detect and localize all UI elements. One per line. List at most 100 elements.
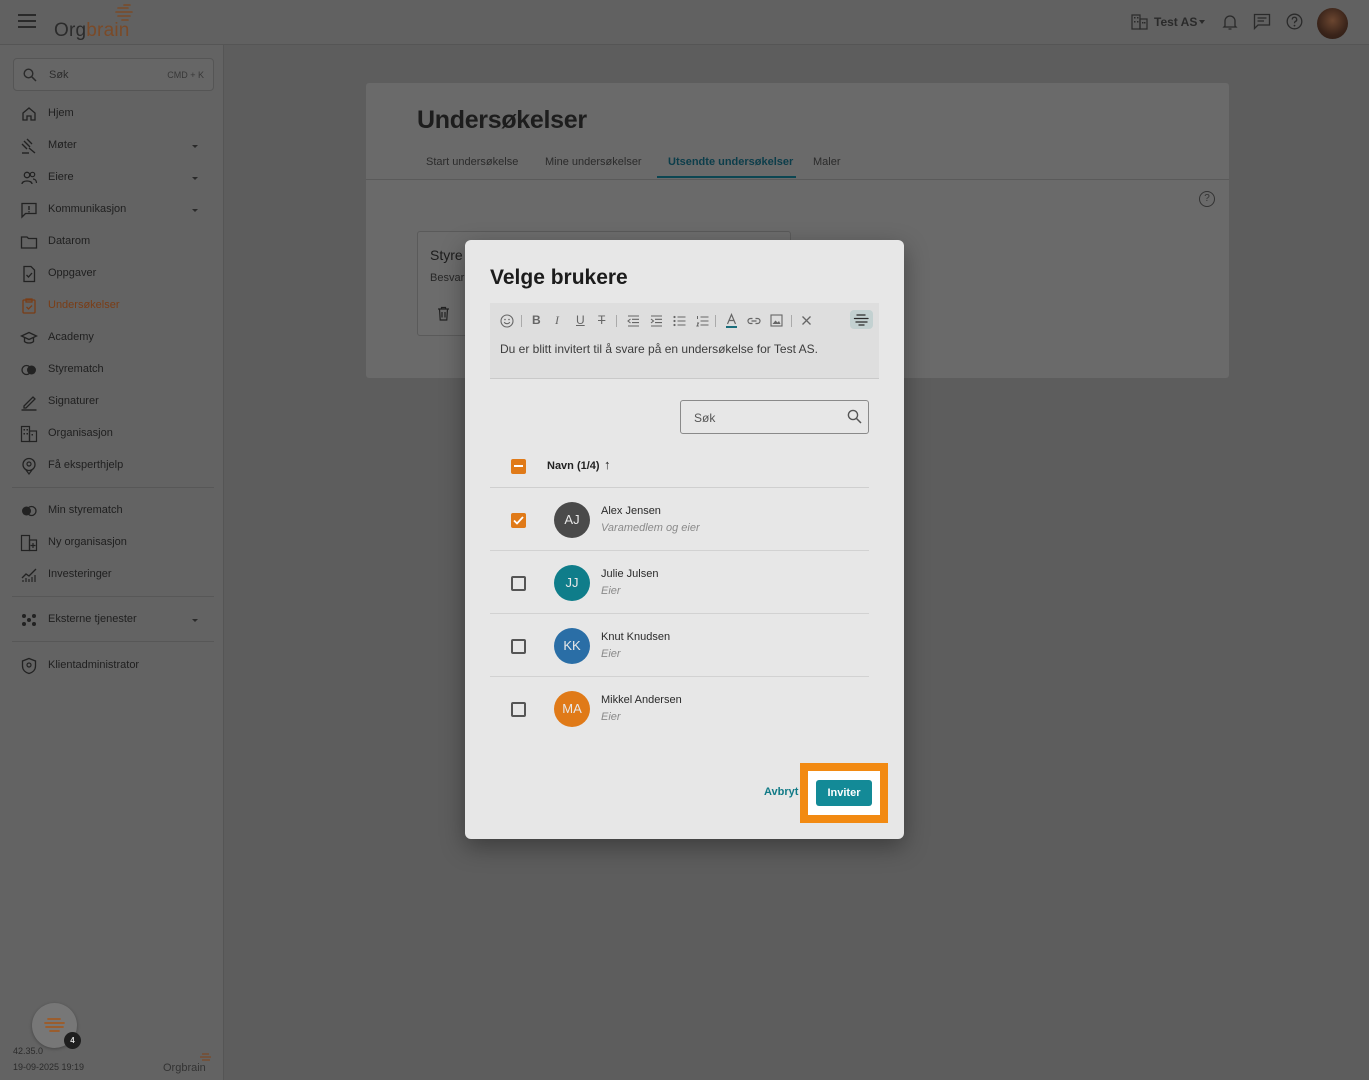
sidebar-search[interactable]: Søk CMD + K [13, 58, 214, 91]
sidebar-item-academy[interactable]: Academy [20, 327, 205, 349]
sidebar-item-organisasjon[interactable]: Organisasjon [20, 423, 205, 445]
chevron-down-icon[interactable] [1199, 20, 1205, 24]
help-icon[interactable] [1286, 13, 1303, 30]
user-list-header: Navn (1/4) ↑ [490, 447, 869, 488]
sidebar-item-signaturer[interactable]: Signaturer [20, 391, 205, 413]
indent-increase-icon[interactable] [650, 315, 663, 327]
survey-card-title: Styre [430, 247, 463, 263]
sidebar-item-ny-organisasjon[interactable]: Ny organisasjon [20, 532, 205, 554]
cancel-button[interactable]: Avbryt [764, 786, 798, 798]
user-search-input[interactable]: Søk [680, 400, 869, 434]
search-placeholder: Søk [694, 411, 716, 425]
sidebar-item-kommunikasjon[interactable]: Kommunikasjon [20, 199, 205, 221]
user-row[interactable]: MA Mikkel Andersen Eier [490, 677, 869, 740]
sidebar-item-klientadministrator[interactable]: Klientadministrator [20, 655, 205, 677]
search-icon [847, 409, 862, 424]
chevron-down-icon[interactable] [192, 619, 198, 622]
message-editor[interactable]: B I U T Du er blitt invitert til å svare… [490, 303, 879, 379]
bullet-list-icon[interactable] [673, 315, 686, 327]
bold-icon[interactable]: B [532, 313, 541, 327]
sidebar-item-investeringer[interactable]: Investeringer [20, 564, 205, 586]
ai-assistant-button[interactable] [850, 310, 873, 329]
brain-logo-icon [200, 1053, 211, 1061]
tab-mine-undersokelser[interactable]: Mine undersøkelser [545, 156, 642, 168]
org-switcher[interactable]: Test AS [1154, 15, 1197, 29]
brain-logo-icon [44, 1018, 65, 1032]
name-column-header[interactable]: Navn (1/4) [547, 460, 600, 472]
graduation-cap-icon [20, 331, 38, 344]
user-checkbox[interactable] [511, 639, 526, 654]
tab-utsendte-undersokelser[interactable]: Utsendte undersøkelser [668, 156, 793, 168]
home-icon [22, 107, 36, 121]
chevron-down-icon[interactable] [192, 209, 198, 212]
toolbar-separator [791, 315, 792, 327]
link-icon[interactable] [747, 316, 761, 326]
search-shortcut: CMD + K [167, 70, 204, 80]
user-role: Eier [601, 648, 621, 660]
user-avatar[interactable] [1317, 8, 1348, 39]
sidebar-item-datarom[interactable]: Datarom [20, 231, 205, 253]
bell-icon[interactable] [1222, 13, 1238, 31]
user-checkbox[interactable] [511, 513, 526, 528]
sidebar-item-oppgaver[interactable]: Oppgaver [20, 263, 205, 285]
invitation-message[interactable]: Du er blitt invitert til å svare på en u… [500, 342, 818, 356]
emoji-icon[interactable] [500, 314, 514, 328]
building-add-icon [20, 534, 38, 552]
trash-icon[interactable] [437, 306, 450, 321]
select-all-checkbox[interactable] [511, 459, 526, 474]
select-users-dialog: Velge brukere B I U T Du er blitt invite… [465, 240, 904, 839]
people-icon [21, 171, 38, 185]
page-title: Undersøkelser [417, 106, 587, 134]
underline-icon[interactable]: U [576, 313, 585, 327]
help-icon[interactable]: ? [1199, 191, 1215, 207]
dialog-title: Velge brukere [490, 266, 628, 289]
menu-icon[interactable] [18, 14, 36, 28]
user-checkbox[interactable] [511, 702, 526, 717]
app-version: 42.35.0 [13, 1046, 44, 1056]
sidebar-item-eiere[interactable]: Eiere [20, 167, 205, 189]
chat-icon[interactable] [1253, 13, 1271, 30]
italic-icon[interactable]: I [555, 313, 559, 328]
clear-format-icon[interactable] [801, 315, 812, 326]
user-checkbox[interactable] [511, 576, 526, 591]
chevron-down-icon[interactable] [192, 177, 198, 180]
tab-start-undersokelse[interactable]: Start undersøkelse [426, 156, 518, 168]
editor-toolbar: B I U T [499, 312, 869, 330]
image-icon[interactable] [770, 314, 783, 327]
sidebar-item-hjem[interactable]: Hjem [20, 103, 205, 125]
app-datetime: 19-09-2025 19:19 [13, 1062, 85, 1072]
user-role: Eier [601, 711, 621, 723]
building-icon[interactable] [1131, 14, 1148, 30]
strikethrough-icon[interactable]: T [598, 313, 605, 327]
numbered-list-icon[interactable] [696, 315, 709, 327]
sidebar-item-label: Investeringer [48, 568, 112, 580]
sort-ascending-icon[interactable]: ↑ [604, 457, 611, 472]
indent-decrease-icon[interactable] [627, 315, 640, 327]
user-row[interactable]: KK Knut Knudsen Eier [490, 614, 869, 677]
sidebar-item-min-styrematch[interactable]: Min styrematch [20, 500, 205, 522]
chevron-down-icon[interactable] [192, 145, 198, 148]
tab-maler[interactable]: Maler [813, 156, 841, 168]
survey-icon [22, 298, 36, 314]
user-row[interactable]: JJ Julie Julsen Eier [490, 551, 869, 614]
sidebar-item-eksperthjelp[interactable]: Få eksperthjelp [20, 455, 205, 477]
logo[interactable]: Orgbrain [54, 4, 144, 41]
sidebar-item-moter[interactable]: Møter [20, 135, 205, 157]
user-row[interactable]: AJ Alex Jensen Varamedlem og eier [490, 488, 869, 551]
sidebar-divider [12, 641, 214, 642]
notification-badge: 4 [64, 1032, 81, 1049]
chart-icon [21, 568, 37, 582]
text-color-icon[interactable] [725, 313, 738, 329]
sidebar-item-label: Få eksperthjelp [48, 459, 124, 471]
gavel-icon [21, 138, 36, 154]
sidebar-item-label: Kommunikasjon [48, 203, 127, 215]
sidebar-item-label: Oppgaver [48, 267, 97, 279]
user-name: Alex Jensen [601, 505, 661, 517]
signature-icon [21, 396, 37, 411]
match-icon [22, 505, 37, 517]
sidebar-item-styrematch[interactable]: Styrematch [20, 359, 205, 381]
invite-button[interactable]: Inviter [816, 780, 872, 806]
sidebar-item-eksterne-tjenester[interactable]: Eksterne tjenester [20, 609, 205, 631]
sidebar-item-label: Signaturer [48, 395, 99, 407]
sidebar-item-undersokelser[interactable]: Undersøkelser [20, 295, 205, 317]
